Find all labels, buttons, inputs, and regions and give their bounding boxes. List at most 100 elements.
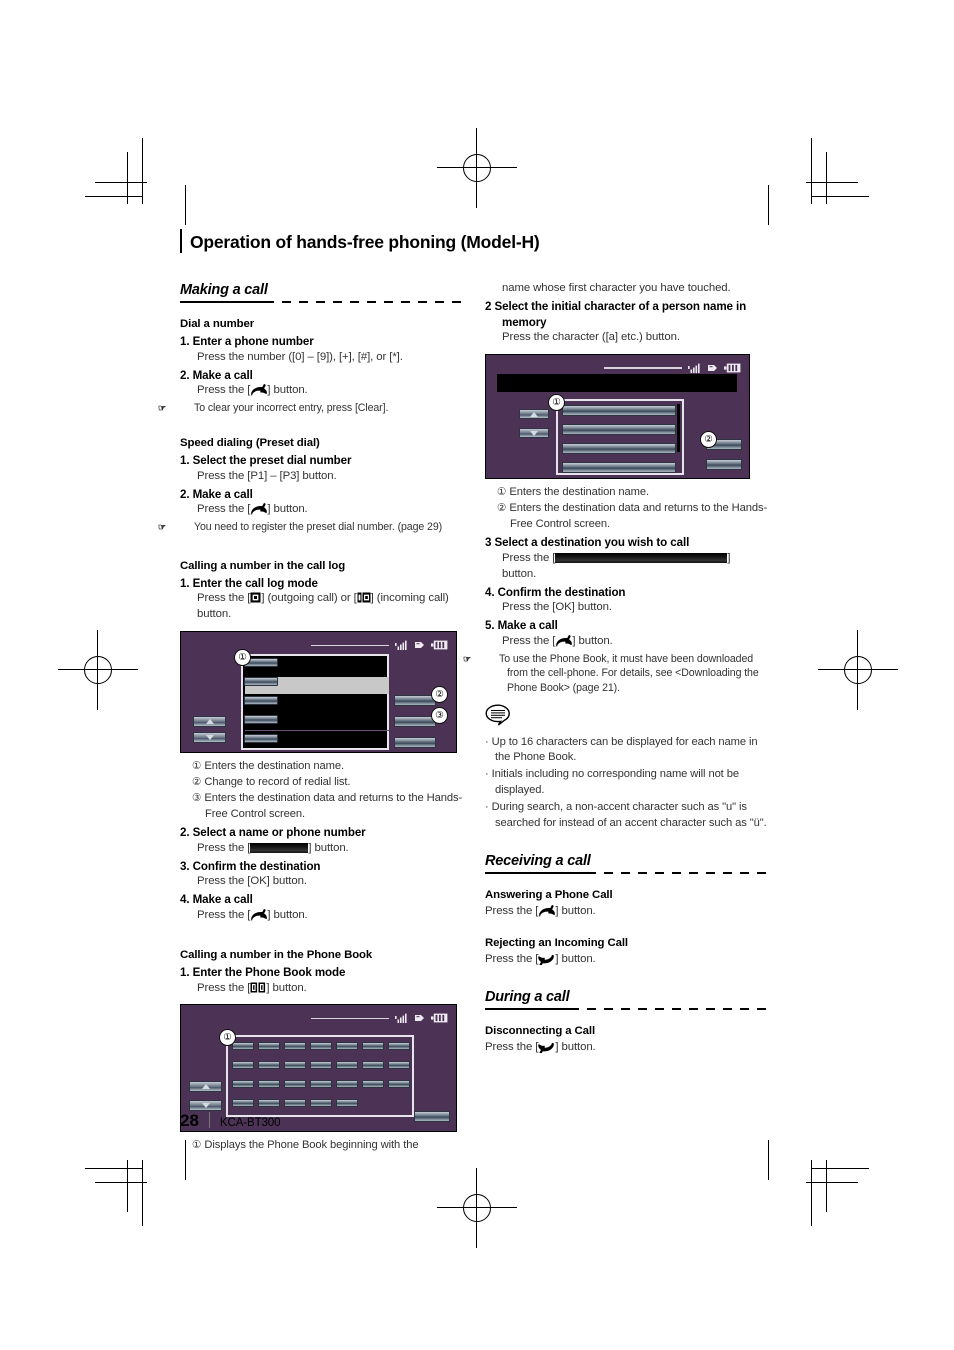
crop-mark-br-v2 [811, 1160, 812, 1226]
character-key[interactable] [310, 1099, 332, 1108]
character-key[interactable] [310, 1042, 332, 1051]
crop-mark-tl-bleed-v [185, 185, 186, 225]
character-key[interactable] [232, 1080, 254, 1089]
destination-list-frame [556, 399, 684, 476]
bullet-marker: · [485, 735, 489, 748]
callout-number: ① [497, 486, 507, 499]
status-bar [311, 640, 448, 651]
list-entry-key[interactable] [244, 734, 278, 744]
detail-enter-phone-book-mode: Press the [] button. [197, 981, 463, 997]
character-key[interactable] [362, 1061, 384, 1070]
step-label: Select a name or phone number [192, 826, 366, 839]
character-key[interactable] [310, 1061, 332, 1070]
detail-step2: Press the character ([a] etc.) button. [502, 331, 680, 344]
detail-text-post: ] button. [555, 1041, 596, 1054]
callout-number: ③ [192, 792, 202, 805]
confirm-key[interactable] [394, 716, 436, 728]
scroll-up-key[interactable] [189, 1081, 222, 1093]
detail-text-post: ] button. [267, 384, 308, 397]
continued-text: name whose first character you have touc… [502, 282, 731, 294]
note-text: You need to register the preset dial num… [194, 521, 443, 534]
list-entry-key[interactable] [244, 696, 278, 706]
character-key[interactable] [362, 1080, 384, 1089]
destination-entry-key[interactable] [562, 462, 676, 474]
pointing-hand-icon: ☞ [158, 403, 166, 414]
step-number: 4. [485, 585, 495, 599]
extra-key[interactable] [394, 737, 436, 749]
scroll-down-key[interactable] [193, 732, 226, 744]
step-select-name-or-number: 2. Select a name or phone number [180, 825, 463, 841]
redial-list-key[interactable] [394, 695, 436, 707]
battery-icon [431, 640, 448, 650]
character-key[interactable] [258, 1061, 280, 1070]
page-content: Operation of hands-free phoning (Model-H… [158, 229, 775, 1151]
callout-number: ② [497, 502, 507, 515]
character-key[interactable] [284, 1061, 306, 1070]
character-key[interactable] [258, 1080, 280, 1089]
page-footer: 28 KCA-BT300 [180, 1110, 280, 1131]
crop-mark-tr-bleed-v [768, 185, 769, 225]
step-number: 5. [485, 619, 495, 633]
destination-entry-key[interactable] [562, 424, 676, 436]
character-key[interactable] [336, 1080, 358, 1089]
step-number: 1. [180, 965, 190, 979]
detail-text-b: ] (outgoing call) or [ [261, 592, 357, 605]
step-make-a-call-preset: 2. Make a call [180, 487, 463, 503]
character-key[interactable] [258, 1042, 280, 1051]
character-key[interactable] [388, 1042, 410, 1051]
extra-key[interactable] [706, 459, 742, 471]
detail-text-pre: Press the [ [502, 634, 556, 647]
callout-text: Enters the destination name. [509, 486, 649, 499]
list-scrollbar[interactable] [677, 404, 680, 453]
step-number: 1. [180, 453, 190, 467]
character-key[interactable] [284, 1080, 306, 1089]
heading-dial-a-number: Dial a number [180, 318, 255, 330]
pointing-hand-icon: ☞ [463, 653, 471, 664]
detail-make-a-call-preset: Press the [] button. [197, 502, 463, 518]
destination-entry-key[interactable] [562, 405, 676, 417]
character-key[interactable] [284, 1042, 306, 1051]
step-number: 4. [180, 893, 190, 907]
character-key[interactable] [232, 1099, 254, 1108]
crop-mark-tl-h2 [85, 196, 143, 197]
callout-1: ① Enters the destination name. [192, 759, 463, 775]
phone-offhook-icon [538, 905, 556, 917]
callout-text: Displays the Phone Book beginning with t… [204, 1139, 419, 1152]
right-column: name whose first character you have touc… [463, 281, 768, 1056]
callout-text: Enters the destination name. [204, 760, 344, 773]
character-key[interactable] [336, 1099, 358, 1108]
character-key[interactable] [310, 1080, 332, 1089]
heading-call-log: Calling a number in the call log [180, 559, 346, 572]
scroll-down-key[interactable] [519, 428, 549, 439]
status-rule [604, 367, 682, 369]
phone-hangup-icon [538, 1041, 555, 1054]
detail-text-post: ] button. [308, 841, 349, 854]
list-entry-key[interactable] [244, 715, 278, 725]
step-enter-phone-number: 1. Enter a phone number [180, 334, 463, 350]
character-key[interactable] [258, 1099, 280, 1108]
character-key[interactable] [232, 1061, 254, 1070]
callout-number: ① [192, 760, 202, 773]
detail-step3-line2: button. [502, 567, 537, 580]
scroll-up-key[interactable] [519, 409, 549, 420]
scroll-up-key[interactable] [193, 716, 226, 728]
step-label: Enter a phone number [192, 335, 314, 349]
character-key[interactable] [388, 1061, 410, 1070]
character-key[interactable] [388, 1080, 410, 1089]
step-number: 2 [485, 299, 492, 313]
step2-select-initial-character: 2 Select the initial character of a pers… [485, 299, 768, 330]
return-key[interactable] [414, 1111, 450, 1123]
list-entry-key[interactable] [244, 677, 278, 687]
character-key[interactable] [336, 1042, 358, 1051]
character-key[interactable] [284, 1099, 306, 1108]
detail-text-post: ] button. [267, 908, 308, 921]
character-key[interactable] [336, 1061, 358, 1070]
detail-select-preset-dial: Press the [P1] – [P3] button. [197, 469, 337, 482]
destination-list-screen: ① ② [485, 354, 750, 480]
detail-select-name-or-number: Press the [] button. [197, 841, 463, 857]
callout-right-2: ② Enters the destination data and return… [497, 501, 768, 533]
character-key[interactable] [232, 1042, 254, 1051]
detail-step3: Press the [] [502, 551, 768, 567]
character-key[interactable] [362, 1042, 384, 1051]
destination-entry-key[interactable] [562, 443, 676, 455]
